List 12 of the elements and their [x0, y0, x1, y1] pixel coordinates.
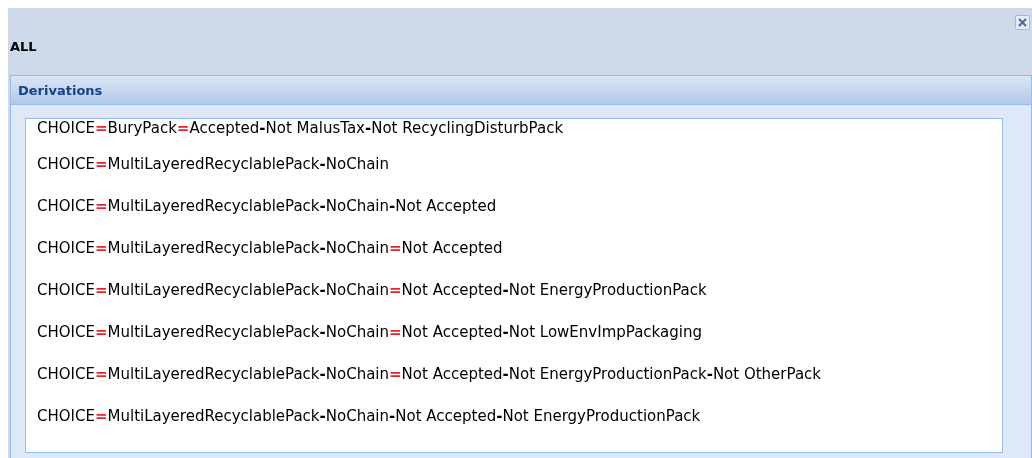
close-icon	[1018, 18, 1027, 27]
derivation-text: CHOICE=MultiLayeredRecyclablePack-NoChain-Not Accepted-Not EnergyProductionPack	[37, 407, 701, 425]
derivation-text: CHOICE=MultiLayeredRecyclablePack-NoChain	[37, 155, 390, 173]
derivation-text: CHOICE=MultiLayeredRecyclablePack-NoChain=Not Accepted	[37, 239, 503, 257]
derivation-text: CHOICE=BuryPack=Accepted-Not MalusTax-Not RecyclingDisturbPack	[37, 119, 564, 137]
derivation-text: CHOICE=MultiLayeredRecyclablePack-NoChain=Not Accepted-Not EnergyProductionPack	[37, 281, 707, 299]
derivation-text: CHOICE=MultiLayeredRecyclablePack-NoChain=Not Accepted-Not EnergyProductionPack-Not OtherPack	[37, 365, 821, 383]
derivation-text: CHOICE=MultiLayeredRecyclablePack-NoChain=Not Accepted-Not LowEnvImpPackaging	[37, 323, 702, 341]
derivation-text: CHOICE=MultiLayeredRecyclablePack-NoChain-Not Accepted	[37, 197, 497, 215]
close-button[interactable]	[1015, 15, 1030, 30]
panel-title: Derivations	[18, 82, 103, 98]
window-title: ALL	[10, 39, 37, 54]
